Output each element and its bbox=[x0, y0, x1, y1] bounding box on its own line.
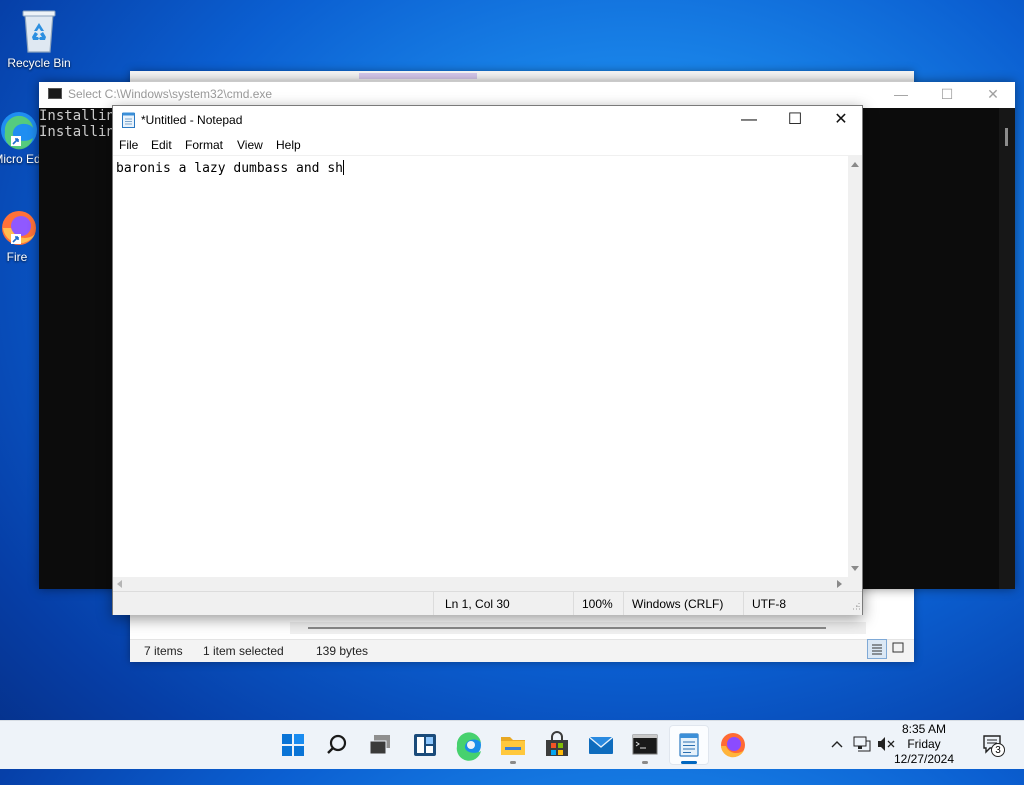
tiles-view-icon bbox=[892, 642, 904, 653]
status-cell-position: Ln 1, Col 30 bbox=[433, 592, 574, 615]
taskbar-mail-button[interactable] bbox=[581, 725, 621, 765]
notepad-maximize-button[interactable]: ☐ bbox=[772, 106, 818, 135]
taskbar-start-button[interactable] bbox=[273, 725, 313, 765]
console-line: Installin bbox=[39, 108, 115, 124]
status-position: Ln 1, Col 30 bbox=[445, 597, 510, 611]
cmd-app-icon bbox=[48, 88, 62, 99]
scroll-right-arrow-icon[interactable] bbox=[837, 580, 842, 588]
menu-format[interactable]: Format bbox=[185, 138, 223, 152]
store-icon bbox=[546, 731, 568, 756]
scrollbar-thumb[interactable] bbox=[1005, 128, 1008, 146]
widgets-icon bbox=[414, 734, 436, 756]
details-view-button[interactable] bbox=[867, 639, 887, 659]
notepad-status-bar: Ln 1, Col 30 100% Windows (CRLF) UTF-8 bbox=[113, 591, 862, 615]
edge-icon bbox=[456, 732, 481, 761]
taskbar-firefox-button[interactable] bbox=[713, 725, 753, 765]
taskbar-terminal-button[interactable] bbox=[625, 725, 665, 765]
cmd-console-output[interactable]: Installin Installin bbox=[39, 108, 115, 140]
tiles-view-button[interactable] bbox=[889, 639, 909, 659]
desktop-icon-label: Fire bbox=[6, 250, 28, 264]
taskbar: 8:35 AM Friday 12/27/2024 3 bbox=[0, 720, 1024, 769]
cmd-title: Select C:\Windows\system32\cmd.exe bbox=[68, 87, 273, 101]
windows-start-icon bbox=[282, 734, 304, 756]
search-icon bbox=[327, 734, 347, 754]
menu-help[interactable]: Help bbox=[276, 138, 301, 152]
taskbar-edge-button[interactable] bbox=[449, 725, 489, 765]
taskbar-widgets-button[interactable] bbox=[405, 725, 445, 765]
explorer-status-bar: 7 items 1 item selected 139 bytes bbox=[130, 639, 914, 662]
edge-shortcut-icon bbox=[1, 112, 37, 150]
scrollbar-corner bbox=[848, 577, 862, 591]
recycle-bin-icon bbox=[22, 10, 56, 53]
text-caret bbox=[342, 160, 344, 175]
task-view-icon bbox=[369, 735, 390, 755]
clock[interactable]: 8:35 AM Friday 12/27/2024 bbox=[884, 722, 964, 767]
taskbar-task-view-button[interactable] bbox=[361, 725, 401, 765]
status-cell-zoom: 100% bbox=[573, 592, 624, 615]
active-indicator bbox=[681, 761, 697, 764]
explorer-tab-highlight bbox=[359, 73, 477, 79]
details-view-icon bbox=[872, 644, 882, 655]
clock-date: 12/27/2024 bbox=[893, 752, 955, 766]
desktop-icon-label: Recycle Bin bbox=[7, 56, 71, 70]
desktop-icon-recycle-bin[interactable]: Recycle Bin bbox=[0, 8, 78, 70]
menu-view[interactable]: View bbox=[237, 138, 263, 152]
notepad-icon bbox=[679, 733, 699, 757]
scroll-down-arrow-icon[interactable] bbox=[851, 566, 859, 571]
firefox-icon bbox=[721, 733, 745, 758]
document-text: baronis a lazy dumbass and sh bbox=[116, 161, 343, 176]
cmd-close-button[interactable]: ✕ bbox=[970, 82, 1016, 108]
explorer-tab-strip bbox=[130, 71, 914, 81]
cmd-minimize-button[interactable]: — bbox=[878, 82, 924, 108]
running-indicator bbox=[642, 761, 648, 764]
folder-icon bbox=[501, 737, 525, 755]
notepad-title-bar[interactable]: *Untitled - Notepad — ☐ ✕ bbox=[113, 106, 862, 135]
taskbar-search-button[interactable] bbox=[317, 725, 357, 765]
notepad-title: *Untitled - Notepad bbox=[141, 113, 243, 127]
status-line-ending: Windows (CRLF) bbox=[632, 597, 724, 611]
notification-center-button[interactable]: 3 bbox=[982, 734, 1006, 757]
firefox-shortcut-icon bbox=[2, 211, 36, 245]
scroll-up-arrow-icon[interactable] bbox=[851, 162, 859, 167]
notepad-close-button[interactable]: ✕ bbox=[818, 106, 864, 135]
status-item-count: 7 items bbox=[144, 644, 183, 658]
cmd-vertical-scrollbar[interactable] bbox=[999, 108, 1015, 589]
status-zoom: 100% bbox=[582, 597, 613, 611]
status-encoding: UTF-8 bbox=[752, 597, 786, 611]
console-line: Installin bbox=[39, 124, 115, 140]
notification-count-badge: 3 bbox=[991, 743, 1005, 757]
explorer-horizontal-scrollbar[interactable] bbox=[290, 622, 866, 634]
show-hidden-icons-chevron-icon[interactable] bbox=[830, 737, 844, 785]
scrollbar-thumb[interactable] bbox=[308, 627, 826, 629]
notepad-app-icon bbox=[122, 112, 135, 128]
status-size: 139 bytes bbox=[316, 644, 369, 658]
taskbar-notepad-button[interactable] bbox=[669, 725, 709, 765]
menu-edit[interactable]: Edit bbox=[151, 138, 172, 152]
taskbar-store-button[interactable] bbox=[537, 725, 577, 765]
terminal-icon bbox=[632, 734, 658, 755]
status-selection: 1 item selected bbox=[203, 644, 284, 658]
resize-grip-icon[interactable] bbox=[850, 602, 860, 612]
notepad-text-area[interactable]: baronis a lazy dumbass and sh bbox=[113, 155, 848, 578]
cmd-maximize-button[interactable]: ☐ bbox=[924, 82, 970, 108]
status-cell-line-ending: Windows (CRLF) bbox=[623, 592, 744, 615]
notepad-horizontal-scrollbar[interactable] bbox=[113, 577, 848, 591]
mail-icon bbox=[588, 736, 614, 754]
notepad-vertical-scrollbar[interactable] bbox=[848, 155, 862, 577]
notepad-minimize-button[interactable]: — bbox=[726, 106, 772, 135]
running-indicator bbox=[510, 761, 516, 764]
network-icon[interactable] bbox=[852, 735, 872, 783]
status-cell-encoding: UTF-8 bbox=[743, 592, 849, 615]
desktop-icon-label: Micro Ed bbox=[0, 152, 41, 166]
notepad-window[interactable]: *Untitled - Notepad — ☐ ✕ File Edit Form… bbox=[112, 105, 863, 615]
scroll-left-arrow-icon[interactable] bbox=[117, 580, 122, 588]
notepad-menu-bar: File Edit Format View Help bbox=[113, 135, 862, 155]
menu-file[interactable]: File bbox=[119, 138, 138, 152]
taskbar-file-explorer-button[interactable] bbox=[493, 725, 533, 765]
clock-day: Friday bbox=[907, 737, 941, 751]
clock-time: 8:35 AM bbox=[901, 722, 947, 736]
